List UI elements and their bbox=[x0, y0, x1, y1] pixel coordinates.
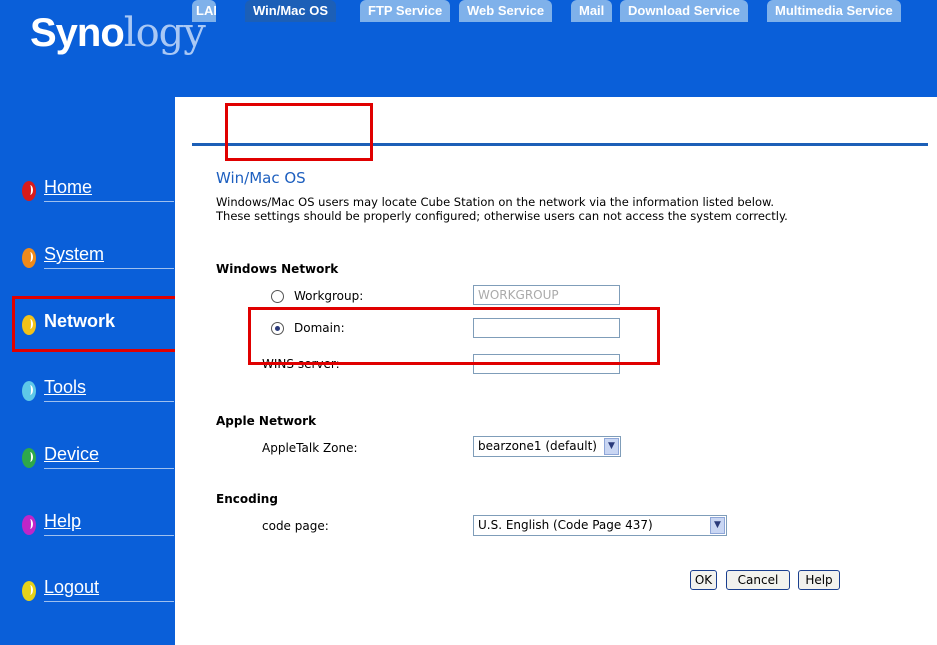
device-icon bbox=[22, 448, 36, 468]
tab-win-mac-os[interactable]: Win/Mac OS bbox=[245, 0, 337, 22]
description-line: Windows/Mac OS users may locate Cube Sta… bbox=[216, 195, 774, 209]
sidebar-item-device[interactable]: Device bbox=[18, 440, 174, 480]
system-icon bbox=[22, 248, 36, 268]
domain-highlight-box bbox=[248, 307, 660, 365]
sidebar-item-label[interactable]: Help bbox=[44, 511, 81, 532]
apple-network-heading: Apple Network bbox=[216, 414, 317, 428]
code-page-label: code page: bbox=[262, 519, 329, 533]
encoding-heading: Encoding bbox=[216, 492, 278, 506]
sidebar-item-tools[interactable]: Tools bbox=[18, 373, 174, 413]
description-line: These settings should be properly config… bbox=[216, 209, 788, 223]
tab-highlight-box bbox=[225, 103, 373, 161]
tab-web-service[interactable]: Web Service bbox=[459, 0, 553, 22]
logout-icon bbox=[22, 581, 36, 601]
sidebar-item-system[interactable]: System bbox=[18, 240, 174, 280]
sidebar-item-label[interactable]: Logout bbox=[44, 577, 99, 598]
windows-network-heading: Windows Network bbox=[216, 262, 339, 276]
sidebar-item-label[interactable]: Tools bbox=[44, 377, 86, 398]
chevron-down-icon[interactable]: ▼ bbox=[710, 517, 725, 534]
workgroup-input[interactable]: WORKGROUP bbox=[473, 285, 620, 305]
appletalk-zone-select[interactable]: bearzone1 (default) ▼ bbox=[473, 436, 621, 457]
workgroup-label: Workgroup: bbox=[294, 289, 364, 303]
cancel-button[interactable]: Cancel bbox=[726, 570, 790, 590]
tab-multimedia-service[interactable]: Multimedia Service bbox=[767, 0, 901, 22]
highlight-edge bbox=[262, 362, 372, 365]
sidebar-item-label[interactable]: Home bbox=[44, 177, 92, 198]
tools-icon bbox=[22, 381, 36, 401]
tab-ftp-service[interactable]: FTP Service bbox=[360, 0, 451, 22]
appletalk-zone-value: bearzone1 (default) bbox=[478, 439, 597, 453]
tab-mail[interactable]: Mail bbox=[571, 0, 613, 22]
workgroup-radio[interactable] bbox=[271, 290, 284, 303]
chevron-down-icon[interactable]: ▼ bbox=[604, 438, 619, 455]
ok-button[interactable]: OK bbox=[690, 570, 717, 590]
sidebar-item-logout[interactable]: Logout bbox=[18, 573, 174, 613]
tab-lan[interactable]: LAN bbox=[192, 0, 216, 22]
network-highlight-box bbox=[12, 296, 182, 352]
help-button[interactable]: Help bbox=[798, 570, 840, 590]
code-page-select[interactable]: U.S. English (Code Page 437) ▼ bbox=[473, 515, 727, 536]
sidebar-item-label[interactable]: Device bbox=[44, 444, 99, 465]
help-icon bbox=[22, 515, 36, 535]
sidebar-item-label[interactable]: System bbox=[44, 244, 104, 265]
tab-download-service[interactable]: Download Service bbox=[620, 0, 748, 22]
page-description: Windows/Mac OS users may locate Cube Sta… bbox=[216, 195, 788, 223]
page-title: Win/Mac OS bbox=[216, 169, 306, 187]
sidebar-item-help[interactable]: Help bbox=[18, 507, 174, 547]
code-page-value: U.S. English (Code Page 437) bbox=[478, 518, 653, 532]
home-icon bbox=[22, 181, 36, 201]
synology-logo: Synology® bbox=[30, 10, 216, 56]
sidebar-item-home[interactable]: Home bbox=[18, 173, 174, 213]
appletalk-zone-label: AppleTalk Zone: bbox=[262, 441, 358, 455]
